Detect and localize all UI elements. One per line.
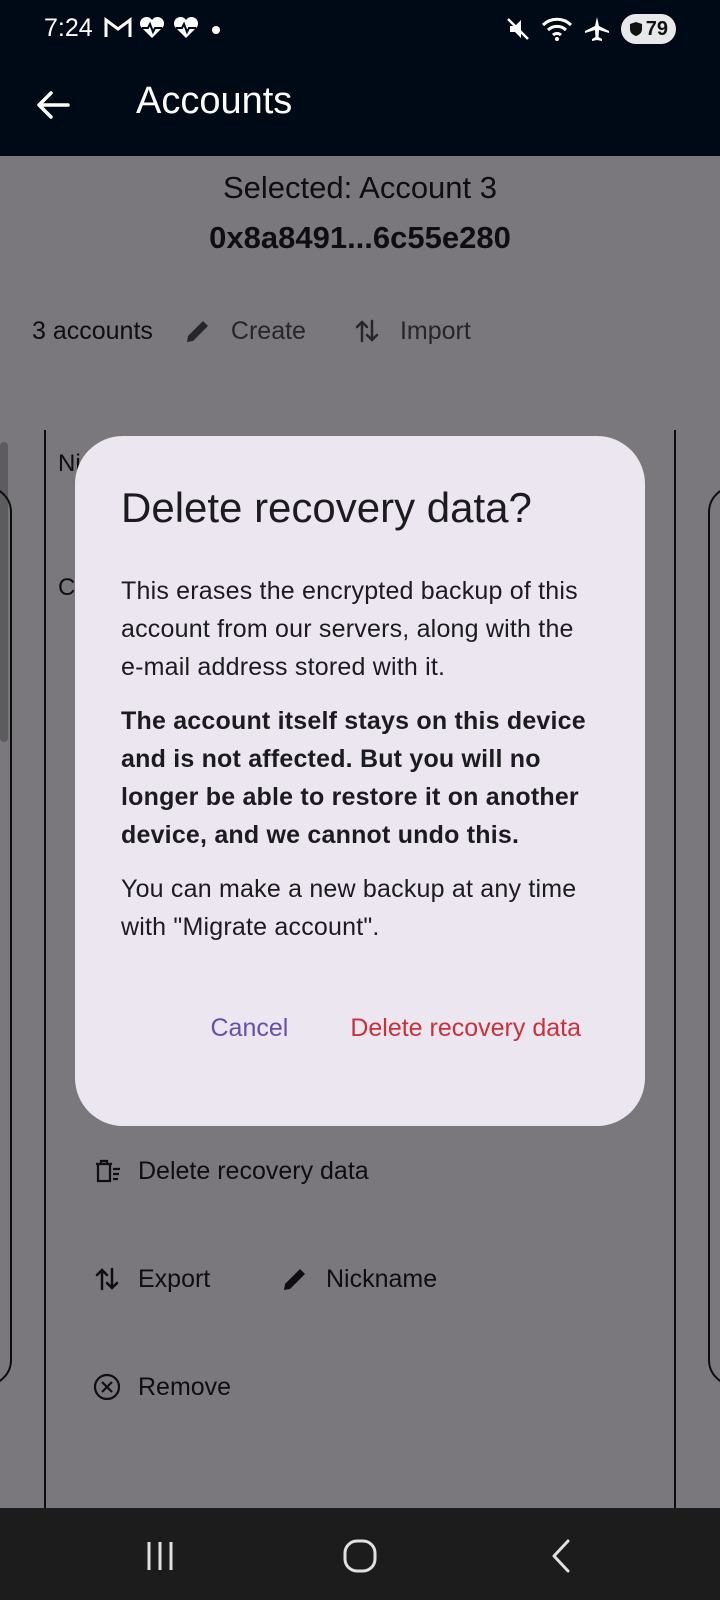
delete-recovery-dialog: Delete recovery data? This erases the en… xyxy=(75,436,645,1126)
status-bar: 7:24 79 xyxy=(0,0,720,62)
dialog-paragraph-2: The account itself stays on this device … xyxy=(121,707,586,849)
status-system-icons: 79 xyxy=(505,14,676,44)
gmail-icon xyxy=(104,17,132,37)
airplane-icon xyxy=(584,17,609,41)
health-heart-icon xyxy=(139,16,165,38)
health-heart-icon xyxy=(173,16,199,38)
page-title: Accounts xyxy=(136,80,293,122)
dialog-paragraph-1: This erases the encrypted backup of this… xyxy=(121,577,578,681)
status-time: 7:24 xyxy=(44,14,93,42)
battery-level: 79 xyxy=(645,17,668,40)
confirm-delete-button[interactable]: Delete recovery data xyxy=(350,1014,581,1043)
back-icon[interactable] xyxy=(542,1538,582,1574)
wifi-icon xyxy=(541,17,572,41)
screen: 7:24 79 Accounts Delete recovery data? T… xyxy=(0,0,720,1600)
dialog-actions: Cancel Delete recovery data xyxy=(210,1014,581,1043)
battery-indicator: 79 xyxy=(620,14,676,44)
battery-shield-icon xyxy=(629,22,642,36)
mute-icon xyxy=(506,18,529,40)
cancel-button[interactable]: Cancel xyxy=(210,1014,288,1043)
dialog-title: Delete recovery data? xyxy=(121,484,532,531)
arrow-back-icon[interactable] xyxy=(32,84,74,126)
recents-icon[interactable] xyxy=(140,1538,180,1574)
status-notification-icons xyxy=(104,16,226,40)
dialog-paragraph-3: You can make a new backup at any time wi… xyxy=(121,875,577,941)
dot-icon xyxy=(212,26,220,34)
home-icon[interactable] xyxy=(340,1538,380,1574)
app-bar: Accounts xyxy=(0,62,720,156)
system-nav-bar xyxy=(0,1508,720,1600)
